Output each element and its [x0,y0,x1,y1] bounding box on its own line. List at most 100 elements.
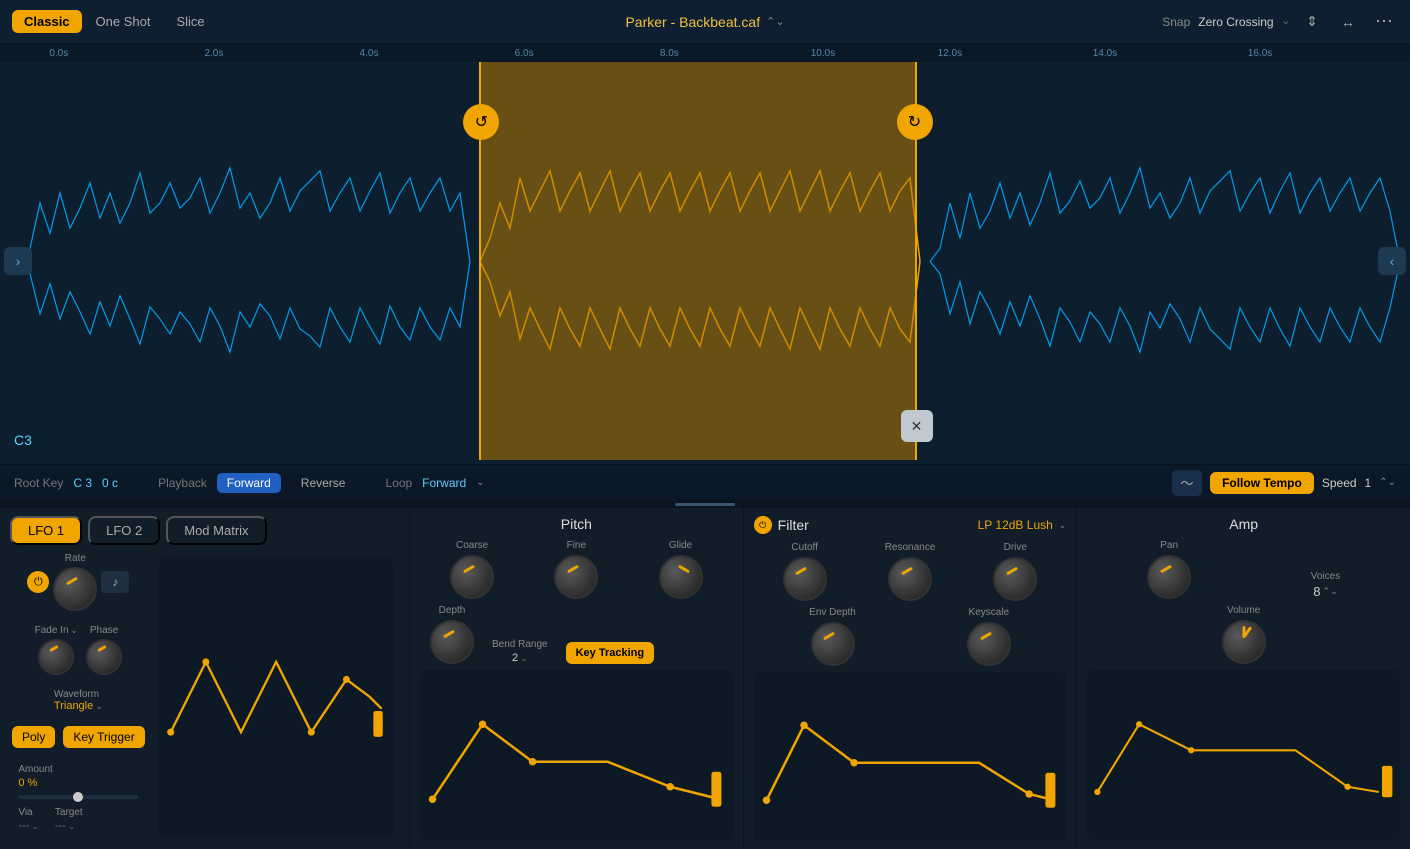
glide-knob[interactable] [659,555,703,599]
controls-bar: Root Key C 3 0 c Playback Forward Revers… [0,464,1410,500]
time-mark-14: 14.0s [1093,48,1117,59]
resonance-knob[interactable] [888,557,932,601]
fine-knob[interactable] [554,555,598,599]
tab-lfo2[interactable]: LFO 2 [88,516,160,545]
phase-knob-group: Phase [86,625,122,675]
pan-label: Pan [1160,540,1178,551]
nav-left-arrow[interactable]: › [4,247,32,275]
root-key-value[interactable]: C 3 [73,476,92,490]
close-loop-button[interactable]: ✕ [901,410,933,442]
via-value[interactable]: --- [18,820,29,832]
waveform-area: 0.0s 2.0s 4.0s 6.0s 8.0s 10.0s 12.0s 14.… [0,44,1410,464]
lfo-graph[interactable] [159,557,393,837]
root-key-label: C3 [14,432,32,448]
lfo-power-button[interactable]: ⏻ [27,571,49,593]
playback-label: Playback [158,476,207,490]
expand-icon[interactable]: ↔ [1334,8,1362,36]
waveform-label: Waveform [54,689,103,700]
cutoff-label: Cutoff [791,542,818,553]
loop-label: Loop [385,476,412,490]
loop-start-handle[interactable]: ↺ [463,104,499,140]
lfo-body: ⏻ Rate ♪ Fade In ⌄ [0,545,409,849]
nav-right-arrow[interactable]: ‹ [1378,247,1406,275]
waveform-canvas[interactable]: ↺ ↻ ✕ › ‹ C3 [0,62,1410,460]
poly-button[interactable]: Poly [12,726,55,748]
resonance-label: Resonance [885,542,936,553]
note-button[interactable]: ♪ [101,571,129,593]
forward-button[interactable]: Forward [217,473,281,493]
bend-range-label: Bend Range [492,639,548,650]
time-mark-4: 4.0s [360,48,379,59]
tab-classic[interactable]: Classic [12,10,82,33]
loop-value[interactable]: Forward [422,476,466,490]
amount-row: Amount 0 % [18,764,138,789]
filter-label: Filter [778,517,809,533]
coarse-knob-wrap: Coarse [450,540,494,599]
amp-envelope-graph[interactable] [1087,670,1400,841]
glide-label: Glide [669,540,692,551]
tab-one-shot[interactable]: One Shot [84,10,163,33]
loop-end-handle[interactable]: ↻ [897,104,933,140]
tab-lfo1[interactable]: LFO 1 [10,516,82,545]
more-icon[interactable]: ⋯ [1370,8,1398,36]
snap-area: Snap Zero Crossing ⌄ ⇕ ↔ ⋯ [1162,8,1398,36]
amount-slider-thumb[interactable] [73,792,83,802]
waveform-toggle-icon[interactable]: 〜 [1172,470,1202,496]
depth-knob[interactable] [430,620,474,664]
bend-range-value[interactable]: 2 [512,652,518,664]
reverse-button[interactable]: Reverse [291,473,356,493]
keyscale-knob[interactable] [967,622,1011,666]
amp-top-row: Pan Voices 8 ⌃⌄ [1087,540,1400,599]
key-trigger-button[interactable]: Key Trigger [63,726,144,748]
volume-knob[interactable] [1222,620,1266,664]
rate-knob[interactable] [53,567,97,611]
speed-value[interactable]: 1 [1365,476,1372,490]
fade-in-knob[interactable] [38,639,74,675]
voices-wrap: Voices 8 ⌃⌄ [1311,571,1340,599]
drive-knob-wrap: Drive [993,542,1037,601]
time-mark-6: 6.0s [515,48,534,59]
rate-knob-group: Rate [53,553,97,611]
pitch-title: Pitch [420,516,733,532]
pitch-bottom-knobs: Depth Bend Range 2 ⌄ Key Tracking [420,605,733,664]
amount-slider[interactable] [18,795,138,799]
phase-knob[interactable] [86,639,122,675]
coarse-knob[interactable] [450,555,494,599]
tab-slice[interactable]: Slice [164,10,216,33]
follow-tempo-button[interactable]: Follow Tempo [1210,472,1314,494]
resize-icon[interactable]: ⇕ [1298,8,1326,36]
fade-in-arrow[interactable]: ⌄ [71,625,79,636]
amp-bottom-row: Volume [1087,605,1400,664]
pan-knob[interactable] [1147,555,1191,599]
amount-value[interactable]: 0 % [18,777,138,789]
drag-handle-bar [675,503,735,506]
pitch-envelope-graph[interactable] [420,670,733,841]
filter-title: ⏻ Filter LP 12dB Lush ⌄ [754,516,1067,534]
amp-section: Amp Pan Voices 8 ⌃⌄ Volume [1077,508,1410,849]
resonance-knob-wrap: Resonance [885,542,936,601]
cents-value[interactable]: 0 c [102,476,118,490]
drag-handle[interactable] [0,500,1410,508]
target-value[interactable]: --- [55,820,66,832]
chevron-down-icon: ⌄ [1282,16,1290,27]
phase-label: Phase [90,625,118,636]
pitch-top-knobs: Coarse Fine Glide [420,540,733,599]
tab-mod-matrix[interactable]: Mod Matrix [166,516,266,545]
filter-type-value[interactable]: LP 12dB Lush [978,518,1053,532]
waveform-dropdown-arrow[interactable]: ⌄ [95,701,103,712]
filter-envelope-graph[interactable] [754,672,1067,841]
loop-region[interactable]: ↺ ↻ ✕ [479,62,916,460]
chevron-icon: ⌃⌄ [766,15,784,28]
fine-label: Fine [567,540,586,551]
env-depth-knob[interactable] [811,622,855,666]
volume-label: Volume [1227,605,1260,616]
key-tracking-button[interactable]: Key Tracking [566,642,654,664]
fade-in-knob-group: Fade In ⌄ [35,625,78,675]
cutoff-knob[interactable] [783,557,827,601]
voices-value[interactable]: 8 [1313,584,1320,599]
filter-power-button[interactable]: ⏻ [754,516,772,534]
time-mark-0: 0.0s [49,48,68,59]
drive-knob[interactable] [993,557,1037,601]
via-row: Via --- ⌄ [18,807,39,832]
waveform-value[interactable]: Triangle [54,700,93,712]
